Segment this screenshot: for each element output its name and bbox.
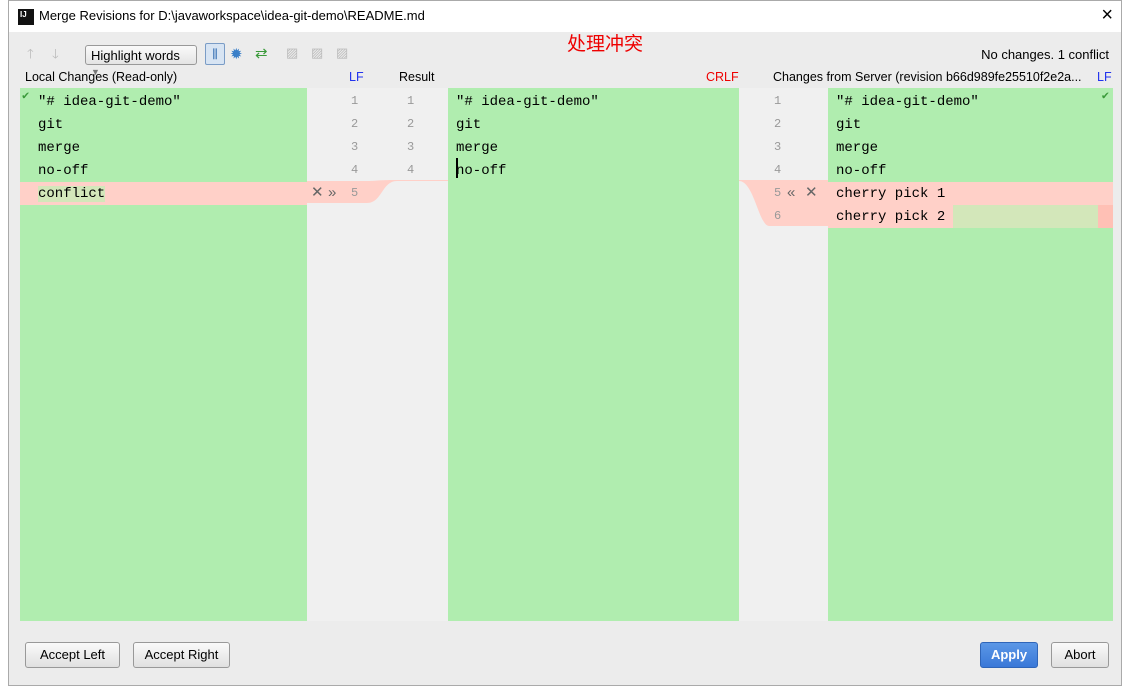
left-editor[interactable]: ✔ "# idea-git-demo" git merge no-off conflic… — [20, 88, 307, 621]
line-number: 5 — [351, 186, 359, 200]
close-icon[interactable]: × — [1101, 4, 1113, 27]
line-number: 6 — [774, 209, 782, 223]
code-line: git — [38, 117, 64, 133]
line-number: 3 — [351, 140, 359, 154]
line-number: 2 — [351, 117, 359, 131]
code-line: merge — [836, 140, 879, 156]
code-line: "# idea-git-demo" — [456, 94, 599, 110]
apply-non-conflicting-icon[interactable]: ▨ — [286, 45, 298, 61]
line-number: 4 — [774, 163, 782, 177]
code-line: merge — [456, 140, 499, 156]
apply-right-non-conflicting-icon[interactable]: ▨ — [336, 45, 348, 61]
accept-left-chevrons-icon[interactable]: » — [328, 181, 336, 204]
accept-right-button[interactable]: Accept Right — [133, 642, 230, 668]
line-number: 1 — [774, 94, 782, 108]
next-diff-arrow-down-icon[interactable]: 🡓 — [52, 45, 59, 67]
annotation-text: 处理冲突 — [567, 34, 644, 55]
code-line: git — [456, 117, 482, 133]
left-gutter: ✕ » 1 2 3 4 5 1 2 3 4 — [307, 88, 448, 621]
code-line: merge — [38, 140, 81, 156]
code-line: no-off — [456, 163, 507, 179]
line-number: 4 — [351, 163, 359, 177]
right-pane-title: Changes from Server (revision b66d989fe2… — [773, 70, 1082, 84]
title-bar: IJ Merge Revisions for D:\javaworkspace\… — [9, 1, 1121, 32]
prev-diff-arrow-up-icon[interactable]: 🡑 — [27, 45, 34, 67]
accept-left-button[interactable]: Accept Left — [25, 642, 120, 668]
ignore-right-x-icon[interactable]: ✕ — [805, 181, 818, 204]
code-line: "# idea-git-demo" — [836, 94, 979, 110]
highlight-mode-value: Highlight words — [91, 48, 180, 63]
code-line: no-off — [836, 163, 887, 179]
line-number: 2 — [774, 117, 782, 131]
line-number: 2 — [407, 117, 415, 131]
swap-sides-icon[interactable]: ⇄ — [255, 44, 268, 62]
line-number: 3 — [407, 140, 415, 154]
left-line-ending[interactable]: LF — [349, 70, 364, 84]
apply-left-non-conflicting-icon[interactable]: ▨ — [311, 45, 323, 61]
code-line: no-off — [38, 163, 89, 179]
line-number: 5 — [774, 186, 782, 200]
code-line: cherry pick 1 — [828, 182, 1113, 205]
gear-icon[interactable]: ✹ — [230, 45, 243, 63]
result-pane-title: Result — [399, 70, 435, 84]
line-number: 3 — [774, 140, 782, 154]
code-line: "# idea-git-demo" — [38, 94, 181, 110]
result-line-ending[interactable]: CRLF — [706, 70, 739, 84]
code-line: git — [836, 117, 862, 133]
line-number: 4 — [407, 163, 415, 177]
ignore-left-x-icon[interactable]: ✕ — [311, 181, 324, 204]
merge-dialog: IJ Merge Revisions for D:\javaworkspace\… — [8, 0, 1122, 686]
code-line: conflict — [20, 182, 307, 205]
line-number: 1 — [407, 94, 415, 108]
window-title: Merge Revisions for D:\javaworkspace\ide… — [39, 8, 425, 23]
abort-button[interactable]: Abort — [1051, 642, 1109, 668]
highlight-mode-dropdown[interactable]: Highlight words ▼ — [85, 45, 197, 77]
left-pane-title: Local Changes (Read-only) — [25, 70, 178, 84]
status-text: No changes. 1 conflict — [981, 47, 1109, 62]
intellij-logo-icon: IJ — [18, 9, 34, 25]
code-line: cherry pick 2 — [828, 205, 1113, 228]
sync-scroll-toggle-icon[interactable]: ⫼ — [205, 43, 225, 65]
right-editor[interactable]: ✔ "# idea-git-demo" git merge no-off cherry … — [828, 88, 1113, 621]
right-line-ending[interactable]: LF — [1097, 70, 1112, 84]
right-gutter: « ✕ 1 2 3 4 5 6 — [739, 88, 828, 621]
conflict-text: conflict — [38, 186, 106, 202]
accept-right-chevrons-icon[interactable]: « — [787, 181, 795, 204]
result-editor[interactable]: "# idea-git-demo" git merge no-off — [448, 88, 739, 621]
apply-button[interactable]: Apply — [980, 642, 1038, 668]
line-number: 1 — [351, 94, 359, 108]
